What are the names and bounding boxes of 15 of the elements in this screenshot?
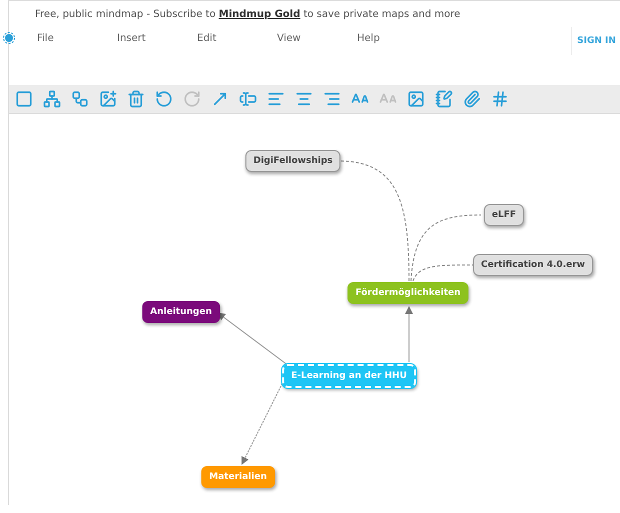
mindmap-node[interactable]: Certification 4.0.erw [473,254,593,276]
subscribe-link[interactable]: Mindmup Gold [218,9,300,20]
add-child-icon[interactable] [41,88,63,110]
arrow-line [405,306,413,362]
logo-icon[interactable] [3,32,15,44]
banner-text: Free, public mindmap - Subscribe to Mindmup Gold to save private maps and more [34,8,462,20]
menu-item[interactable]: View [255,32,335,44]
mindmap-node[interactable]: eLFF [484,204,524,226]
mindmap-node[interactable]: DigiFellowships [245,150,341,172]
menu-item[interactable]: Edit [175,32,255,44]
menu-item[interactable]: File [15,32,95,44]
menu-item[interactable]: Insert [95,32,175,44]
mindmap-node[interactable]: Anleitungen [142,301,220,323]
menu-item[interactable]: Help [335,32,415,44]
note-icon[interactable] [433,88,455,110]
